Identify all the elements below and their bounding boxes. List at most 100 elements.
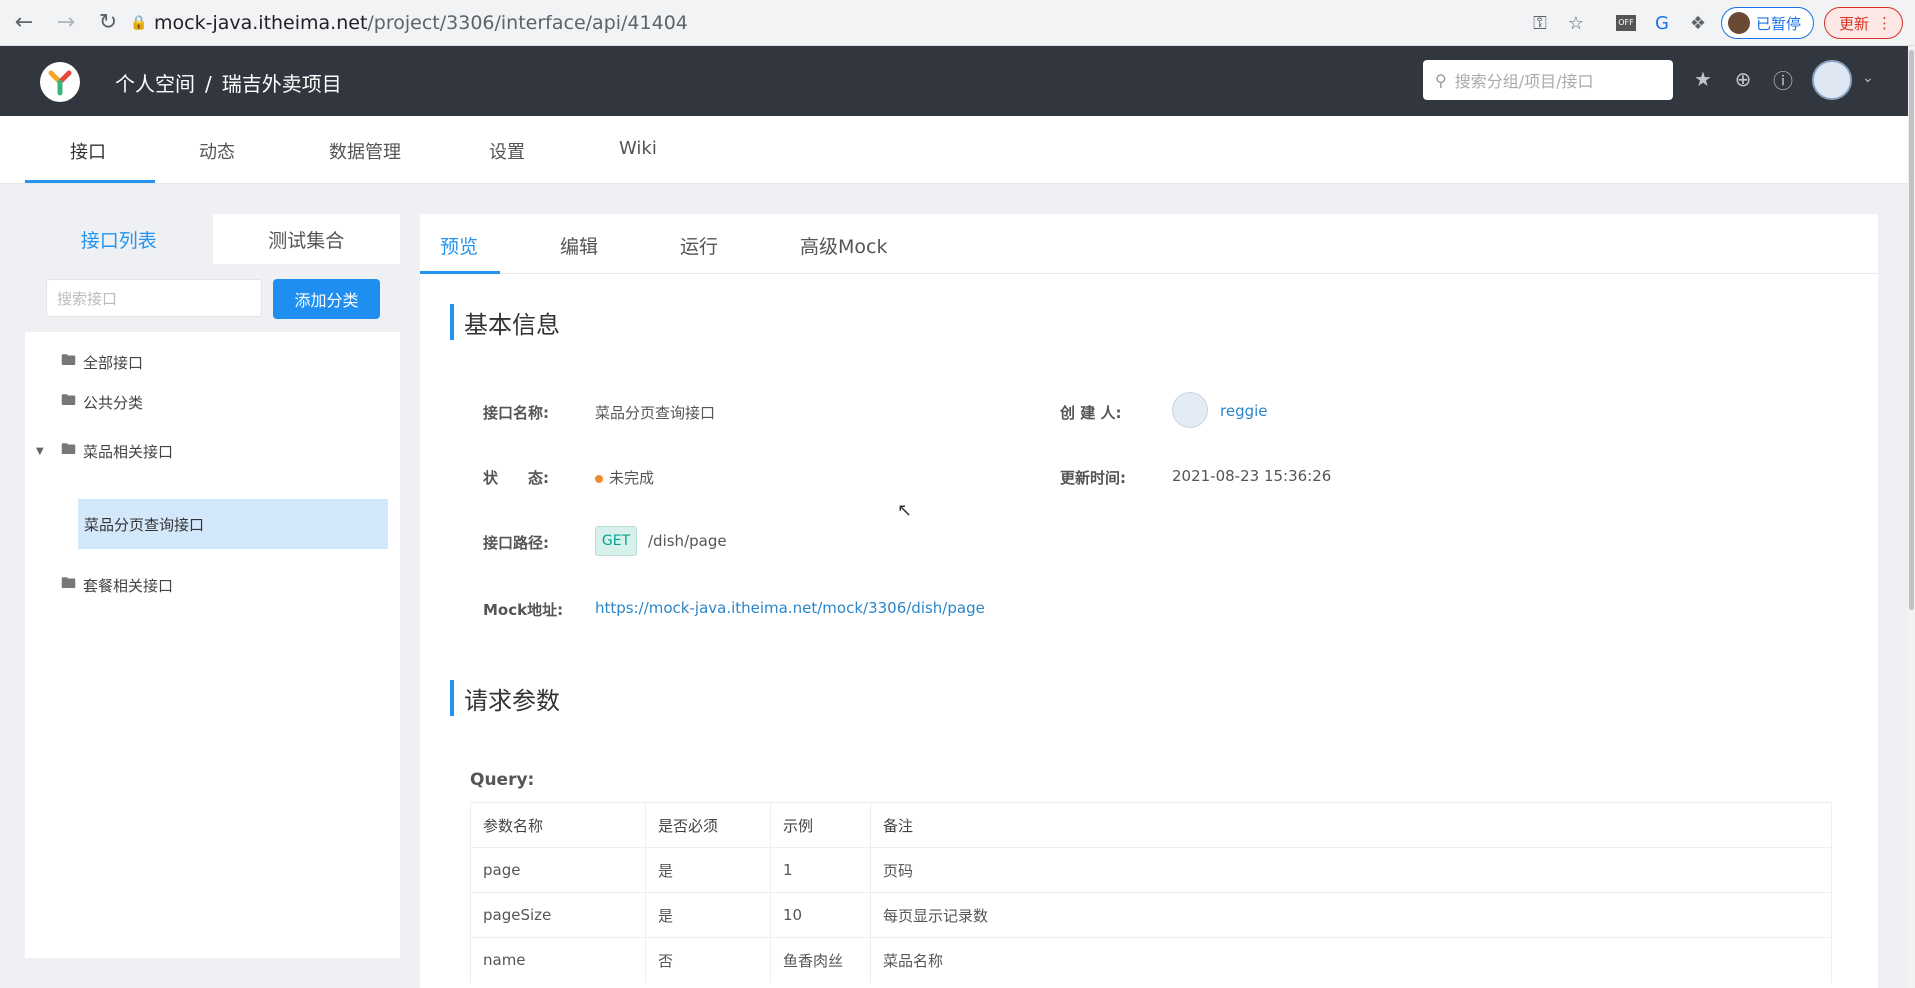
chevron-down-icon[interactable]: ⌄ [1862, 70, 1874, 86]
sidebar-item-setmeal[interactable]: 🖿 套餐相关接口 [25, 565, 400, 605]
paused-label: 已暂停 [1755, 14, 1801, 33]
detail-tabs: 预览 编辑 运行 高级Mock [420, 214, 1878, 274]
folder-open-icon: 🖿 [61, 439, 77, 458]
name-value: 菜品分页查询接口 [595, 404, 716, 422]
scrollbar-thumb[interactable] [1909, 50, 1914, 610]
status-value: 未完成 [595, 467, 654, 488]
help-circle-icon[interactable]: ⓘ [1770, 66, 1796, 93]
sidebar-item-dish-page-query[interactable]: 菜品分页查询接口 [78, 499, 388, 549]
breadcrumb-personal[interactable]: 个人空间 [115, 72, 195, 96]
updated-label: 更新时间: [1060, 469, 1126, 487]
table-cell: page [470, 847, 646, 893]
interface-detail-panel: 预览 编辑 运行 高级Mock 基本信息 接口名称: 菜品分页查询接口 创 建 … [420, 214, 1878, 988]
table-cell: 鱼香肉丝 [770, 937, 871, 983]
table-row: name 否 鱼香肉丝 菜品名称 [470, 937, 1832, 983]
star-icon[interactable]: ★ [1690, 66, 1716, 92]
forward-icon[interactable]: → [48, 5, 84, 41]
app-header: 个人空间 / 瑞吉外卖项目 ⚲ 搜索分组/项目/接口 ★ ⊕ ⓘ ⌄ [0, 46, 1908, 116]
table-cell: 是 [645, 892, 771, 938]
tab-wiki[interactable]: Wiki [619, 138, 657, 159]
mock-label: Mock地址: [483, 601, 564, 619]
key-icon[interactable]: ⚿ [1527, 10, 1553, 36]
column-header: 示例 [770, 802, 871, 848]
tab-test-collection[interactable]: 测试集合 [212, 214, 400, 264]
url-path: /project/3306/interface/api/41404 [367, 12, 688, 34]
puzzle-icon[interactable]: ❖ [1685, 10, 1711, 36]
table-cell: name [470, 937, 646, 983]
tab-activity[interactable]: 动态 [199, 138, 235, 164]
interface-search-input[interactable]: 搜索接口 [46, 279, 262, 317]
profile-avatar [1727, 12, 1750, 34]
creator-link[interactable]: reggie [1220, 402, 1268, 420]
table-row: pageSize 是 10 每页显示记录数 [470, 892, 1832, 938]
caret-down-icon[interactable]: ▼ [36, 446, 44, 457]
table-cell: 菜品名称 [870, 937, 1832, 983]
creator-avatar[interactable] [1172, 392, 1208, 428]
back-icon[interactable]: ← [6, 5, 42, 41]
table-cell: 否 [645, 937, 771, 983]
breadcrumb: 个人空间 / 瑞吉外卖项目 [115, 68, 342, 97]
active-tab-indicator [25, 180, 155, 183]
header-actions: ★ ⊕ ⓘ [1690, 66, 1796, 93]
yapi-logo-icon[interactable] [40, 62, 80, 102]
star-icon[interactable]: ☆ [1563, 10, 1589, 36]
sidebar-tabs: 接口列表 测试集合 [25, 214, 400, 264]
sidebar-item-dish[interactable]: ▼ 🖿 菜品相关接口 [25, 431, 400, 471]
tab-settings[interactable]: 设置 [489, 138, 525, 164]
tab-interface-list[interactable]: 接口列表 [25, 214, 213, 264]
path-value: /dish/page [648, 532, 727, 550]
browser-toolbar: ← → ↻ 🔒 mock-java.itheima.net/project/33… [0, 0, 1915, 46]
off-extension-icon[interactable]: OFF [1613, 10, 1639, 36]
folder-icon: 🖿 [61, 390, 77, 409]
table-cell: 是 [645, 847, 771, 893]
sidebar-item-public[interactable]: 🖿 公共分类 [25, 382, 400, 422]
tab-edit[interactable]: 编辑 [560, 232, 598, 259]
tab-run[interactable]: 运行 [680, 232, 718, 259]
sidebar-item-label: 菜品相关接口 [83, 442, 174, 461]
column-header: 是否必须 [645, 802, 771, 848]
column-header: 备注 [870, 802, 1832, 848]
table-header-row: 参数名称 是否必须 示例 备注 [470, 802, 1832, 848]
browser-extensions: ⚿ ☆ OFF G ❖ 已暂停 更新 ⋮ [1527, 0, 1915, 46]
sidebar-search-row: 搜索接口 添加分类 [25, 264, 400, 332]
section-title-basic: 基本信息 [450, 304, 560, 340]
tab-data-management[interactable]: 数据管理 [329, 138, 401, 164]
name-label: 接口名称: [483, 404, 549, 422]
status-label: 状 态: [483, 469, 549, 487]
breadcrumb-separator: / [205, 72, 212, 96]
sidebar-item-label: 菜品分页查询接口 [84, 515, 205, 534]
updated-value: 2021-08-23 15:36:26 [1172, 467, 1332, 485]
tab-interface[interactable]: 接口 [70, 138, 106, 164]
query-label: Query: [470, 770, 535, 790]
lock-icon: 🔒 [130, 15, 148, 31]
tab-preview[interactable]: 预览 [440, 232, 478, 259]
global-search-input[interactable]: ⚲ 搜索分组/项目/接口 [1423, 60, 1673, 100]
reload-icon[interactable]: ↻ [90, 5, 126, 41]
method-badge: GET [595, 526, 637, 556]
sidebar-item-label: 公共分类 [83, 393, 144, 412]
global-search-placeholder: 搜索分组/项目/接口 [1454, 72, 1594, 91]
update-button[interactable]: 更新 ⋮ [1823, 7, 1903, 39]
mock-url-link[interactable]: https://mock-java.itheima.net/mock/3306/… [595, 599, 985, 617]
sidebar-item-label: 套餐相关接口 [83, 576, 174, 595]
active-tab-indicator [420, 271, 500, 274]
folder-icon: 🖿 [61, 350, 77, 369]
profile-paused-button[interactable]: 已暂停 [1720, 7, 1814, 39]
mouse-cursor-icon: ↖ [897, 500, 913, 521]
sidebar-item-all[interactable]: 🖿 全部接口 [25, 342, 400, 382]
add-category-button[interactable]: 添加分类 [273, 279, 380, 319]
folder-icon: 🖿 [61, 573, 77, 592]
menu-kebab-icon: ⋮ [1877, 14, 1892, 32]
tab-advanced-mock[interactable]: 高级Mock [800, 232, 887, 259]
table-cell: 1 [770, 847, 871, 893]
address-bar[interactable]: 🔒 mock-java.itheima.net/project/3306/int… [130, 7, 1585, 39]
add-circle-icon[interactable]: ⊕ [1730, 66, 1756, 92]
breadcrumb-project[interactable]: 瑞吉外卖项目 [222, 72, 342, 96]
project-subnav: 接口 动态 数据管理 设置 Wiki [0, 116, 1908, 184]
table-cell: 每页显示记录数 [870, 892, 1832, 938]
interface-search-placeholder: 搜索接口 [57, 289, 118, 308]
user-avatar[interactable] [1812, 60, 1852, 100]
query-params-table: 参数名称 是否必须 示例 备注 page 是 1 页码 pageSize 是 1… [470, 802, 1832, 983]
translate-icon[interactable]: G [1649, 10, 1675, 36]
table-row: page 是 1 页码 [470, 847, 1832, 893]
